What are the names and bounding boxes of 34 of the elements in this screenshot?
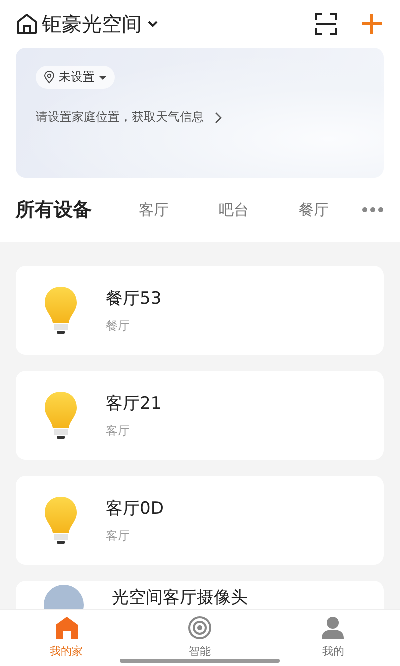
person-icon (321, 616, 346, 640)
location-pin-icon (44, 71, 55, 84)
device-room: 客厅 (106, 422, 131, 440)
device-card[interactable]: 客厅21 客厅 (16, 371, 384, 460)
device-room: 餐厅 (106, 318, 131, 334)
home-icon (54, 616, 79, 640)
device-name: 客厅0D (106, 498, 164, 520)
scan-icon[interactable] (314, 12, 338, 36)
more-icon[interactable] (362, 207, 384, 213)
light-bulb-icon (44, 494, 78, 546)
nav-tab[interactable]: 我的 (266, 610, 400, 666)
room-tab[interactable]: 客厅 (114, 200, 194, 220)
nav-tab[interactable]: 智能 (133, 610, 267, 666)
device-card[interactable]: 客厅0D 客厅 (16, 476, 384, 565)
home-icon (16, 13, 38, 35)
caret-icon (99, 74, 107, 80)
weather-card[interactable]: 未设置 请设置家庭位置，获取天气信息 (16, 48, 384, 178)
target-icon (188, 616, 212, 640)
room-tab[interactable]: 餐厅 (274, 200, 354, 220)
chevron-right-icon[interactable] (214, 112, 222, 124)
location-selector[interactable]: 未设置 (36, 66, 115, 89)
device-name: 光空间客厅摄像头 (112, 587, 248, 609)
device-room: 客厅 (106, 528, 131, 544)
add-icon[interactable] (360, 12, 384, 36)
device-name: 客厅21 (106, 392, 162, 414)
home-name[interactable]: 钜豪光空间 (42, 10, 142, 38)
light-bulb-icon (44, 390, 78, 442)
device-name: 餐厅53 (106, 288, 162, 310)
room-tab[interactable]: 吧台 (194, 200, 274, 220)
room-tab[interactable]: 所有设备 (16, 197, 114, 223)
device-card[interactable]: 光空间客厅摄像头 (16, 581, 384, 610)
weather-prompt[interactable]: 请设置家庭位置，获取天气信息 (36, 109, 204, 126)
device-card[interactable]: 餐厅53 餐厅 (16, 266, 384, 355)
light-bulb-icon (44, 284, 78, 336)
